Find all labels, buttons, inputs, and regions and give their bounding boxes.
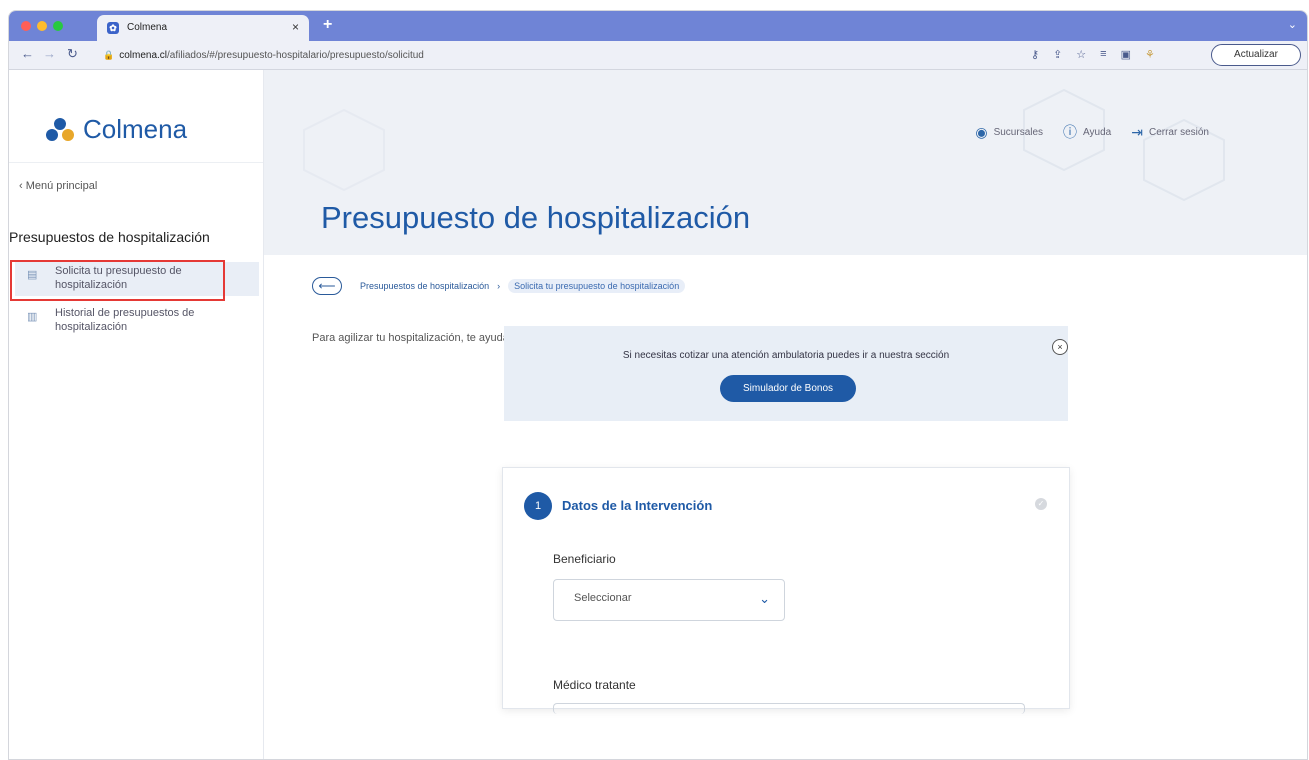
history-document-icon: ▥: [27, 311, 38, 323]
url-domain: colmena.cl: [119, 50, 168, 61]
step-check-icon: ✓: [1035, 498, 1047, 510]
step-title[interactable]: Datos de la Intervención: [562, 498, 712, 513]
logout-link[interactable]: ⇥ Cerrar sesión: [1131, 124, 1209, 141]
breadcrumb: ⟵ Presupuestos de hospitalización › Soli…: [312, 277, 686, 295]
colmena-logo-icon: [46, 117, 74, 141]
sidebar-section-title: Presupuestos de hospitalización: [9, 229, 210, 245]
window-controls: [21, 21, 63, 31]
header-links: ◉ Sucursales ⓘ Ayuda ⇥ Cerrar sesión: [975, 122, 1209, 142]
main-menu-link[interactable]: ‹ Menú principal: [19, 180, 97, 192]
info-icon: ⓘ: [1063, 124, 1078, 140]
bond-simulator-button[interactable]: Simulador de Bonos: [720, 375, 856, 402]
branches-label: Sucursales: [993, 126, 1044, 138]
chevron-down-icon: ⌄: [759, 591, 770, 606]
key-icon[interactable]: ⚷: [1031, 48, 1039, 61]
breadcrumb-separator: ›: [497, 281, 501, 291]
colmena-favicon-icon: ✿: [107, 22, 119, 34]
tab-search-chevron-icon[interactable]: ⌄: [1288, 18, 1297, 31]
update-button[interactable]: Actualizar: [1211, 44, 1301, 66]
lock-icon: 🔒: [103, 50, 115, 60]
new-tab-button[interactable]: +: [323, 16, 332, 34]
logout-icon: ⇥: [1131, 123, 1143, 140]
sidebar-icon[interactable]: ▣: [1121, 48, 1131, 61]
share-icon[interactable]: ⇪: [1053, 48, 1062, 61]
maximize-window-button[interactable]: [53, 21, 63, 31]
banner-close-icon[interactable]: ×: [1052, 339, 1068, 355]
sidebar: Colmena ‹ Menú principal Presupuestos de…: [9, 70, 264, 759]
toolbar-icons: ⚷ ⇪ ☆ ≡ ▣ ⚘: [1031, 48, 1155, 61]
help-link[interactable]: ⓘ Ayuda: [1063, 122, 1111, 142]
doctor-field[interactable]: [553, 703, 1025, 714]
url-path: /afiliados/#/presupuesto-hospitalario/pr…: [167, 50, 424, 61]
star-icon[interactable]: ☆: [1076, 48, 1086, 61]
sidebar-item-budget-history[interactable]: ▥ Historial de presupuestos de hospitali…: [15, 304, 259, 338]
doctor-label: Médico tratante: [553, 678, 636, 692]
breadcrumb-back-button[interactable]: ⟵: [312, 277, 342, 295]
ambulatory-banner: Si necesitas cotizar una atención ambula…: [504, 326, 1068, 421]
help-label: Ayuda: [1083, 126, 1112, 138]
location-pin-icon: ◉: [975, 123, 988, 140]
profile-icon[interactable]: ⚘: [1145, 48, 1155, 61]
banner-text: Si necesitas cotizar una atención ambula…: [622, 350, 950, 361]
breadcrumb-item[interactable]: Presupuestos de hospitalización: [360, 281, 489, 291]
close-window-button[interactable]: [21, 21, 31, 31]
divider: [9, 162, 263, 163]
page-title: Presupuesto de hospitalización: [321, 200, 751, 235]
back-icon[interactable]: ←: [21, 46, 34, 61]
reading-list-icon[interactable]: ≡: [1100, 48, 1106, 61]
beneficiary-label: Beneficiario: [553, 552, 616, 566]
address-bar[interactable]: 🔒 colmena.cl/afiliados/#/presupuesto-hosp…: [103, 45, 923, 65]
reload-icon[interactable]: ↻: [67, 46, 78, 62]
tab-bar: ✿ Colmena × + ⌄: [9, 11, 1307, 41]
browser-tab[interactable]: ✿ Colmena ×: [97, 15, 309, 41]
tab-title: Colmena: [127, 22, 168, 33]
tab-close-icon[interactable]: ×: [292, 20, 299, 34]
hero-header: ◉ Sucursales ⓘ Ayuda ⇥ Cerrar sesión Presup…: [264, 70, 1307, 255]
highlight-box: [10, 260, 225, 301]
intervention-card: 1 Datos de la Intervención ✓ Beneficiari…: [502, 467, 1070, 714]
browser-window: ✿ Colmena × + ⌄ ← → ↻ 🔒 colmena.cl/afilia…: [8, 10, 1308, 760]
beneficiary-value: Seleccionar: [574, 592, 632, 604]
sidebar-item-label: Historial de presupuestos de hospitaliza…: [55, 307, 195, 333]
beneficiary-select[interactable]: Seleccionar ⌄: [553, 579, 785, 621]
forward-icon[interactable]: →: [43, 46, 56, 61]
branches-link[interactable]: ◉ Sucursales: [975, 124, 1043, 141]
step-number: 1: [524, 492, 552, 520]
colmena-logo[interactable]: Colmena: [43, 114, 187, 145]
breadcrumb-current: Solicita tu presupuesto de hospitalizaci…: [508, 279, 686, 293]
toolbar: ← → ↻ 🔒 colmena.cl/afiliados/#/presupuest…: [9, 41, 1307, 70]
minimize-window-button[interactable]: [37, 21, 47, 31]
logout-label: Cerrar sesión: [1148, 126, 1209, 138]
logo-text: Colmena: [83, 114, 188, 144]
